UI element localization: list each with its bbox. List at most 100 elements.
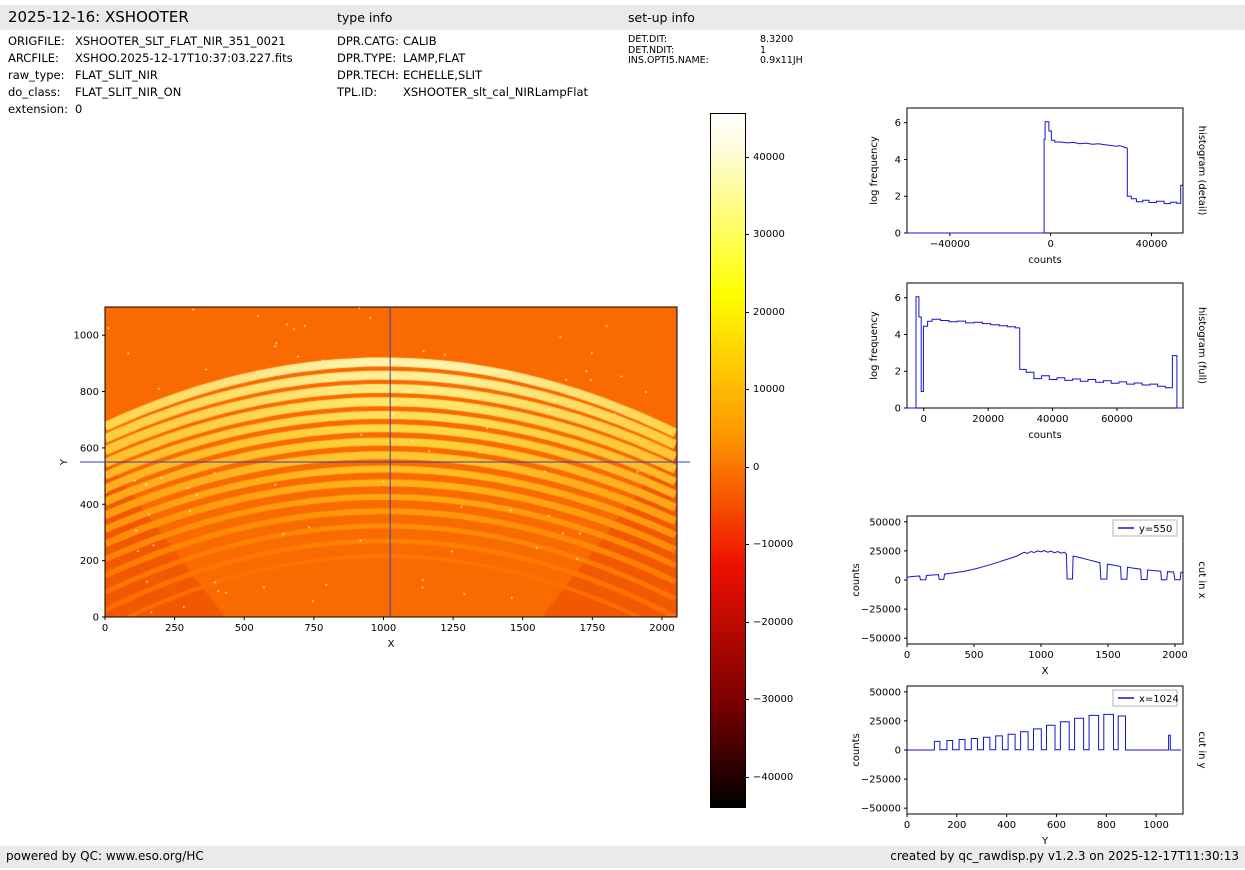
meta-value: 0 — [75, 102, 83, 116]
y-tick-label: 50000 — [869, 687, 901, 698]
meta-value: ECHELLE,SLIT — [403, 68, 483, 82]
colorbar-tick: 0 — [745, 460, 759, 474]
footer-right-text: created by qc_rawdisp.py v1.2.3 on 2025-… — [890, 849, 1239, 863]
y-axis-label: log frequency — [869, 136, 880, 205]
x-tick-label: 800 — [1097, 820, 1116, 831]
y-tick-label: 25000 — [869, 546, 901, 557]
y-tick-label: 800 — [80, 387, 99, 398]
meta-value: 1 — [760, 44, 767, 56]
colorbar-tick: 40000 — [745, 150, 785, 164]
meta-row: raw_type: FLAT_SLIT_NIR — [8, 67, 293, 84]
meta-value: FLAT_SLIT_NIR — [75, 68, 158, 82]
meta-label: DPR.TYPE: — [337, 51, 397, 65]
y-tick-label: 2 — [895, 192, 901, 203]
y-tick-label: 2 — [895, 367, 901, 378]
y-axis-label: counts — [851, 733, 862, 766]
y-tick-label: 0 — [895, 746, 901, 757]
x-tick-label: 1000 — [371, 623, 396, 634]
y-tick-label: 4 — [895, 330, 901, 341]
meta-row: TPL.ID: XSHOOTER_slt_cal_NIRLampFlat — [337, 84, 588, 101]
type-info-block: DPR.CATG: CALIB DPR.TYPE: LAMP,FLAT DPR.TE… — [337, 33, 588, 101]
meta-label: ARCFILE: — [8, 51, 59, 65]
meta-value: XSHOOTER_slt_cal_NIRLampFlat — [403, 85, 589, 99]
x-tick-label: 2000 — [1162, 650, 1187, 661]
histogram-detail-plot: −40000 0 40000 0 2 4 6 counts log frequency histo… — [869, 107, 1207, 266]
raw-image-plot: 0 250 500 750 1000 1250 1500 1750 2000 0 200 400 600… — [59, 306, 690, 650]
y-tick-label: 400 — [80, 500, 99, 511]
footer-left-text: powered by QC: www.eso.org/HC — [6, 849, 204, 863]
x-tick-label: 1000 — [1028, 650, 1053, 661]
right-axis-label: cut in x — [1196, 561, 1207, 598]
x-tick-label: 1500 — [1095, 650, 1120, 661]
legend-label: x=1024 — [1139, 694, 1179, 705]
x-tick-label: 600 — [1047, 820, 1066, 831]
x-tick-label: 200 — [947, 820, 966, 831]
meta-label: do_class: — [8, 85, 61, 99]
colorbar-tick: 10000 — [745, 383, 785, 397]
x-tick-label: 500 — [235, 623, 254, 634]
meta-label: DPR.TECH: — [337, 68, 399, 82]
axes-frame — [906, 282, 1184, 409]
type-info-heading: type info — [337, 10, 393, 25]
meta-label: DET.DIT: — [628, 34, 668, 45]
meta-value: XSHOO.2025-12-17T10:37:03.227.fits — [75, 51, 293, 65]
x-tick-label: 1000 — [1143, 820, 1168, 831]
histogram-full-plot: 0 20000 40000 60000 0 2 4 6 counts log frequency h… — [869, 282, 1207, 441]
x-tick-label: 0 — [1047, 239, 1053, 250]
meta-value: 8.3200 — [760, 34, 794, 45]
x-axis-label: counts — [1028, 430, 1061, 441]
meta-label: DPR.CATG: — [337, 34, 399, 48]
y-tick-label: 600 — [80, 443, 99, 454]
y-tick-label: 0 — [93, 613, 99, 624]
meta-value: XSHOOTER_SLT_FLAT_NIR_351_0021 — [75, 34, 286, 48]
meta-row: extension: 0 — [8, 101, 293, 118]
meta-row: DET.DIT: 8.3200 — [628, 34, 803, 46]
x-tick-label: 0 — [904, 820, 910, 831]
page-title: 2025-12-16: XSHOOTER — [8, 8, 189, 26]
y-tick-label: 6 — [895, 293, 901, 304]
right-axis-label: cut in y — [1196, 731, 1207, 768]
cut-in-x-plot: 0 500 1000 1500 2000−50000−2500002500050000X… — [851, 515, 1207, 677]
x-tick-label: 1250 — [440, 623, 465, 634]
y-tick-label: 200 — [80, 556, 99, 567]
x-tick-label: 0 — [102, 623, 108, 634]
y-tick-label: 25000 — [869, 716, 901, 727]
y-tick-label: 0 — [895, 404, 901, 415]
y-tick-label: 50000 — [869, 517, 901, 528]
x-tick-label: 40000 — [1136, 239, 1168, 250]
y-tick-label: −25000 — [861, 605, 901, 616]
x-tick-label: 750 — [304, 623, 323, 634]
meta-row: ARCFILE: XSHOO.2025-12-17T10:37:03.227.fi… — [8, 50, 293, 67]
y-axis-label: counts — [851, 563, 862, 596]
meta-label: INS.OPTI5.NAME: — [628, 55, 709, 66]
x-axis-label: X — [388, 639, 395, 650]
x-tick-label: 400 — [997, 820, 1016, 831]
y-tick-label: −50000 — [861, 634, 901, 645]
colorbar-ticks: 40000 30000 20000 10000 0 −10000 −20000 −30000 −… — [745, 113, 815, 808]
x-tick-label: 1750 — [580, 623, 605, 634]
y-axis-label: Y — [59, 458, 70, 466]
colorbar-tick: −40000 — [745, 770, 793, 784]
x-tick-label: 20000 — [972, 414, 1004, 425]
colorbar-tick: −30000 — [745, 693, 793, 707]
meta-label: ORIGFILE: — [8, 34, 65, 48]
y-tick-label: 4 — [895, 155, 901, 166]
x-tick-label: 0 — [904, 650, 910, 661]
x-tick-label: 250 — [165, 623, 184, 634]
meta-label: extension: — [8, 102, 68, 116]
colorbar-tick: −10000 — [745, 538, 793, 552]
meta-label: TPL.ID: — [337, 85, 378, 99]
x-axis-label: counts — [1028, 255, 1061, 266]
meta-label: raw_type: — [8, 68, 65, 82]
y-tick-label: 6 — [895, 118, 901, 129]
y-tick-label: 0 — [895, 576, 901, 587]
y-tick-label: −25000 — [861, 775, 901, 786]
cut-in-y-plot: 0 200 400 600 800 1000 −50000 −25000 0 25000 50000… — [851, 685, 1207, 847]
meta-row: DPR.TECH: ECHELLE,SLIT — [337, 67, 588, 84]
meta-row: INS.OPTI5.NAME: 0.9x11JH — [628, 55, 803, 67]
qc-rawdisp-page: 2025-12-16: XSHOOTER type info set-up in… — [0, 0, 1245, 870]
meta-row: ORIGFILE: XSHOOTER_SLT_FLAT_NIR_351_0021 — [8, 33, 293, 50]
x-tick-label: 500 — [964, 650, 983, 661]
y-tick-label: 1000 — [74, 331, 99, 342]
y-tick-label: 0 — [895, 229, 901, 240]
